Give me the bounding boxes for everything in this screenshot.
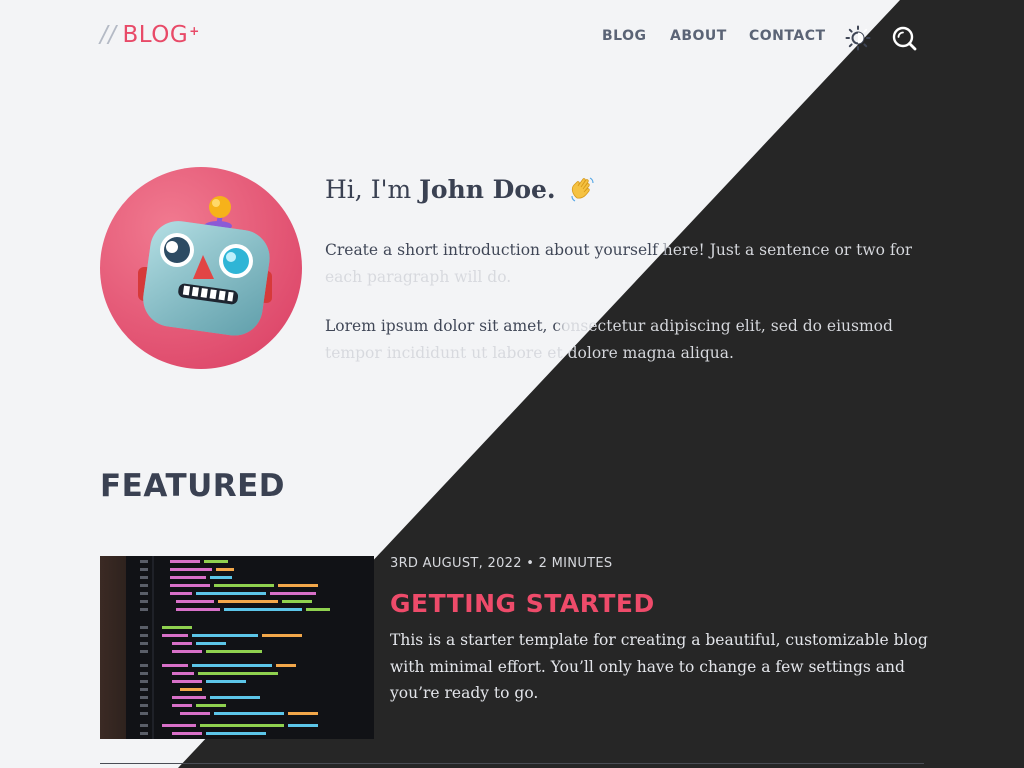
nav-about-link[interactable]: ABOUT xyxy=(670,28,727,44)
nav-blog-link[interactable]: BLOG xyxy=(602,28,647,44)
featured-post-title[interactable]: GETTING STARTED xyxy=(390,589,655,618)
search-icon[interactable] xyxy=(891,25,917,51)
greeting-prefix: Hi, I'm xyxy=(325,175,420,204)
waving-hand-icon xyxy=(570,177,594,202)
featured-post-excerpt: This is a starter template for creating … xyxy=(390,631,928,702)
intro-paragraph-2: Lorem ipsum dolor sit amet, consectetur … xyxy=(325,313,925,367)
greeting-name: John Doe. xyxy=(419,175,556,204)
avatar xyxy=(100,167,302,369)
nav-contact-link[interactable]: CONTACT xyxy=(749,28,826,44)
intro-paragraph-1-text: Create a short introduction about yourse… xyxy=(325,241,913,286)
site-header: //BLOG+ BLOG ABOUT CONTACT xyxy=(0,0,1024,78)
section-divider xyxy=(100,763,924,764)
site-logo[interactable]: //BLOG+ xyxy=(100,22,200,48)
featured-post-image[interactable] xyxy=(100,556,374,739)
intro-paragraph-1: Create a short introduction about yourse… xyxy=(325,237,925,291)
featured-post-meta: 3RD AUGUST, 2022 • 2 MINUTES xyxy=(390,556,612,571)
meta-separator: • xyxy=(521,556,539,571)
post-date: 3RD AUGUST, 2022 xyxy=(390,556,522,571)
robot-face-icon xyxy=(138,196,272,336)
featured-heading: FEATURED xyxy=(100,468,286,504)
hero-greeting: Hi, I'm John Doe. xyxy=(325,174,598,204)
logo-text: BLOG xyxy=(122,22,189,48)
intro-paragraph-2-text: Lorem ipsum dolor sit amet, consectetur … xyxy=(325,317,893,362)
post-read-time: 2 MINUTES xyxy=(538,556,613,571)
logo-plus: + xyxy=(189,24,200,38)
logo-slashes: // xyxy=(100,22,117,48)
code-screenshot-image xyxy=(100,556,374,739)
sun-moon-icon[interactable] xyxy=(845,25,871,51)
